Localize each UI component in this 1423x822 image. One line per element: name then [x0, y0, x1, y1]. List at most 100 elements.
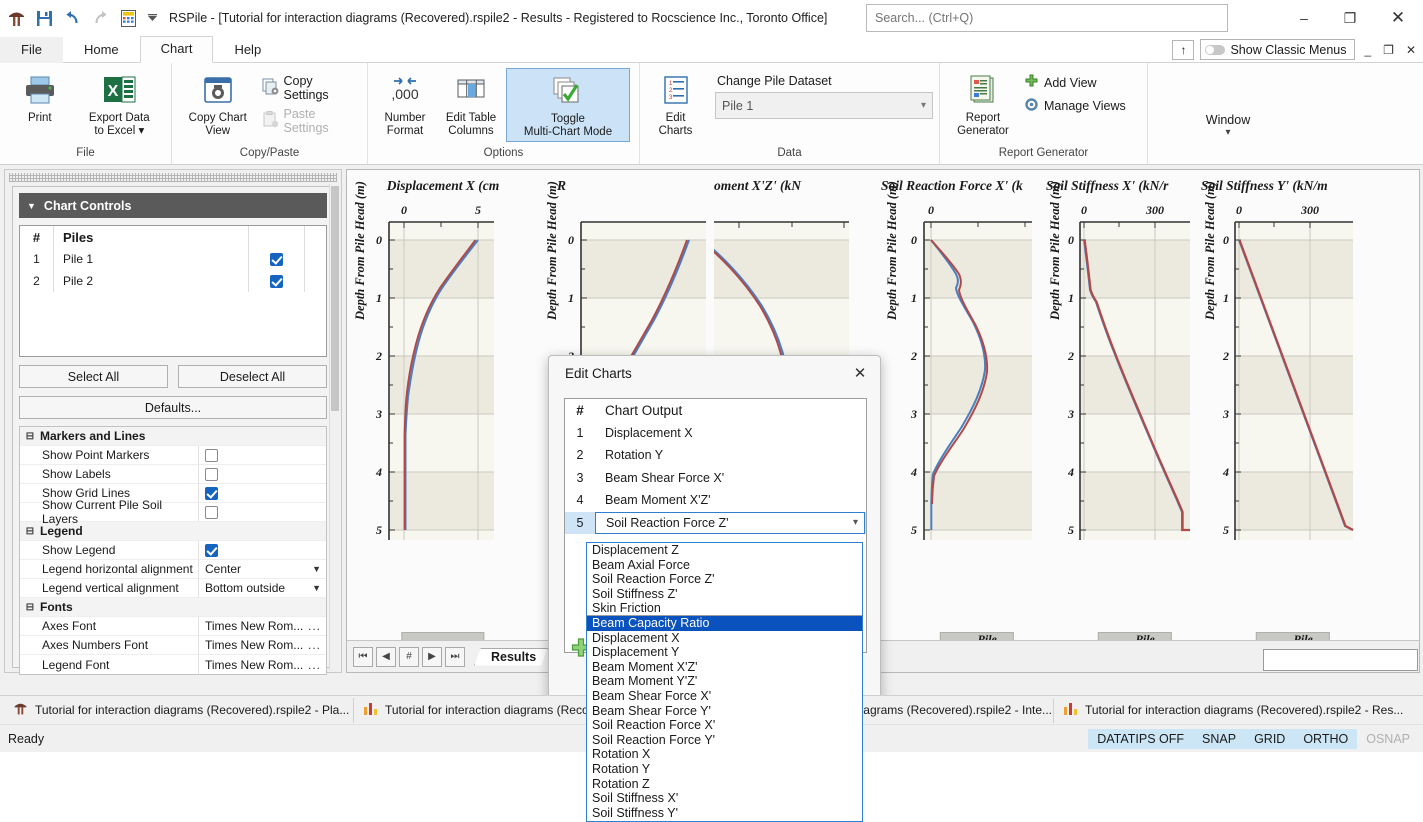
prop-axes-font[interactable]: Axes Font Times New Rom... ... [20, 617, 326, 636]
quick-access-toolbar[interactable] [6, 8, 158, 29]
deselect-all-button[interactable]: Deselect All [178, 365, 327, 388]
panel-drag-handle[interactable] [9, 173, 337, 182]
prop-show-point-markers[interactable]: Show Point Markers [20, 446, 326, 465]
select-all-button[interactable]: Select All [19, 365, 168, 388]
dialog-title-bar[interactable]: Edit Charts ✕ [549, 356, 880, 390]
mdi-minimize-button[interactable]: _ [1361, 43, 1374, 57]
group-markers-and-lines[interactable]: ⊟ Markers and Lines [20, 427, 326, 446]
qat-dropdown-icon[interactable] [146, 8, 158, 29]
window-chevron-down-icon[interactable]: ▾ [1206, 127, 1250, 138]
prop-value[interactable]: Times New Rom... ... [198, 655, 326, 674]
dropdown-item-rotation-y[interactable]: Rotation Y [587, 762, 862, 777]
tab-file[interactable]: File [0, 37, 63, 63]
prop-value[interactable] [198, 446, 326, 464]
calculator-icon[interactable] [118, 8, 139, 29]
edit-charts-button[interactable]: 123 Edit Charts [646, 68, 705, 140]
first-page-button[interactable]: ⏮ [353, 646, 373, 667]
prop-axes-numbers-font[interactable]: Axes Numbers Font Times New Rom... ... [20, 636, 326, 655]
dropdown-item-beam-shear-force-y[interactable]: Beam Shear Force Y' [587, 704, 862, 719]
show-classic-menus-toggle[interactable]: Show Classic Menus [1200, 39, 1356, 60]
chart-output-row-3[interactable]: 3 Beam Shear Force X' [565, 467, 866, 490]
ellipsis-button[interactable]: ... [308, 658, 321, 672]
dropdown-item-skin-friction[interactable]: Skin Friction [587, 601, 862, 616]
prop-value[interactable]: Bottom outside ▼ [198, 579, 326, 597]
prop-legend-vertical-alignment[interactable]: Legend vertical alignment Bottom outside… [20, 579, 326, 598]
dropdown-item-soil-reaction-force-x[interactable]: Soil Reaction Force X' [587, 718, 862, 733]
show-point-markers-checkbox[interactable] [205, 448, 218, 462]
chart-panel-soil-stiffness-y[interactable]: Soil Stiffness Y' (kN/m Depth From Pile … [1197, 170, 1357, 672]
status-snap[interactable]: SNAP [1193, 728, 1246, 749]
window-controls[interactable]: – ❐ ✕ [1281, 0, 1423, 36]
row-value[interactable]: Beam Shear Force X' [595, 471, 866, 485]
dropdown-item-beam-axial-force[interactable]: Beam Axial Force [587, 558, 862, 573]
prop-show-current-pile-soil-layers[interactable]: Show Current Pile Soil Layers [20, 498, 326, 526]
dropdown-item-beam-moment-yz[interactable]: Beam Moment Y'Z' [587, 674, 862, 689]
ellipsis-button[interactable]: ... [308, 638, 321, 652]
show-labels-checkbox[interactable] [205, 467, 218, 481]
mdi-restore-button[interactable]: ❐ [1380, 43, 1397, 57]
toggle-switch-icon[interactable] [1205, 44, 1226, 55]
group-legend[interactable]: ⊟ Legend [20, 522, 326, 541]
prop-value[interactable]: Times New Rom... ... [198, 636, 326, 654]
dropdown-item-displacement-y[interactable]: Displacement Y [587, 645, 862, 660]
piles-grid[interactable]: # Piles 1 Pile 1 2 Pile 2 [19, 225, 327, 357]
status-ortho[interactable]: ORTHO [1294, 728, 1358, 749]
tab-chart[interactable]: Chart [139, 36, 214, 63]
row-value[interactable]: Rotation Y [595, 448, 866, 462]
show-grid-lines-checkbox[interactable] [205, 486, 218, 500]
prop-value[interactable] [198, 503, 326, 521]
chart-panel-soil-reaction-force-x[interactable]: Soil Reaction Force X' (k Depth From Pil… [877, 170, 1042, 672]
pile-1-checkbox[interactable] [270, 252, 283, 266]
row-value[interactable]: Displacement X [595, 426, 866, 440]
row-select[interactable]: Soil Reaction Force Z' ▾ [595, 511, 865, 534]
number-format-button[interactable]: ,000 Number Format [374, 68, 436, 140]
dropdown-item-soil-reaction-force-z[interactable]: Soil Reaction Force Z' [587, 572, 862, 587]
show-soil-layers-checkbox[interactable] [205, 505, 218, 519]
tab-help[interactable]: Help [213, 37, 282, 63]
prop-legend-horizontal-alignment[interactable]: Legend horizontal alignment Center ▼ [20, 560, 326, 579]
pile-dataset-select[interactable]: Pile 1 ▾ [715, 92, 933, 119]
dropdown-item-beam-shear-force-x[interactable]: Beam Shear Force X' [587, 689, 862, 704]
chart-panel-displacement-x[interactable]: Displacement X (cm Depth From Pile Head … [347, 170, 539, 672]
dropdown-item-soil-stiffness-x[interactable]: Soil Stiffness X' [587, 791, 862, 806]
dropdown-item-rotation-z[interactable]: Rotation Z [587, 777, 862, 792]
chart-output-row-4[interactable]: 4 Beam Moment X'Z' [565, 489, 866, 512]
chart-output-row-1[interactable]: 1 Displacement X [565, 422, 866, 445]
table-row[interactable]: 2 Pile 2 [20, 270, 326, 292]
report-generator-button[interactable]: Report Generator [946, 68, 1020, 140]
dropdown-item-displacement-z[interactable]: Displacement Z [587, 543, 862, 558]
next-page-button[interactable]: ▶ [422, 646, 442, 667]
last-page-button[interactable]: ⏭ [445, 646, 465, 667]
prop-value[interactable] [198, 465, 326, 483]
dropdown-item-displacement-x[interactable]: Displacement X [587, 631, 862, 646]
window-menu-label[interactable]: Window [1206, 113, 1250, 127]
manage-views-button[interactable]: Manage Views [1020, 96, 1130, 116]
expander-icon[interactable]: ⊟ [20, 526, 40, 537]
chevron-down-icon[interactable]: ▾ [853, 517, 858, 528]
panel-scrollbar[interactable] [329, 184, 340, 670]
prop-legend-font[interactable]: Legend Font Times New Rom... ... [20, 655, 326, 674]
pile-row-checkbox-cell[interactable] [248, 248, 304, 270]
row-value[interactable]: Beam Moment X'Z' [595, 493, 866, 507]
chart-controls-header[interactable]: ▼ Chart Controls [19, 193, 327, 218]
pile-row-checkbox-cell[interactable] [248, 270, 304, 292]
pile-2-checkbox[interactable] [270, 274, 283, 288]
dropdown-item-beam-moment-xz[interactable]: Beam Moment X'Z' [587, 660, 862, 675]
tab-home[interactable]: Home [63, 37, 140, 63]
prev-page-button[interactable]: ◀ [376, 646, 396, 667]
chart-output-row-5[interactable]: 5 Soil Reaction Force Z' ▾ [565, 511, 866, 534]
minimize-button[interactable]: – [1281, 0, 1327, 36]
chevron-down-icon[interactable]: ▼ [312, 583, 321, 593]
prop-value[interactable]: Center ▼ [198, 560, 326, 578]
restore-button[interactable]: ❐ [1327, 0, 1373, 36]
close-icon[interactable]: ✕ [846, 361, 874, 385]
dropdown-item-beam-capacity-ratio[interactable]: Beam Capacity Ratio [587, 615, 862, 631]
add-view-button[interactable]: Add View [1020, 73, 1130, 93]
chart-output-dropdown-list[interactable]: Displacement Z Beam Axial Force Soil Rea… [586, 542, 863, 822]
save-icon[interactable] [34, 8, 55, 29]
copy-chart-view-button[interactable]: Copy Chart View [178, 68, 258, 140]
page-number-button[interactable]: # [399, 646, 419, 667]
export-data-to-excel-button[interactable]: X Export Data to Excel ▾ [74, 68, 165, 140]
dropdown-item-rotation-x[interactable]: Rotation X [587, 747, 862, 762]
show-legend-checkbox[interactable] [205, 543, 218, 557]
